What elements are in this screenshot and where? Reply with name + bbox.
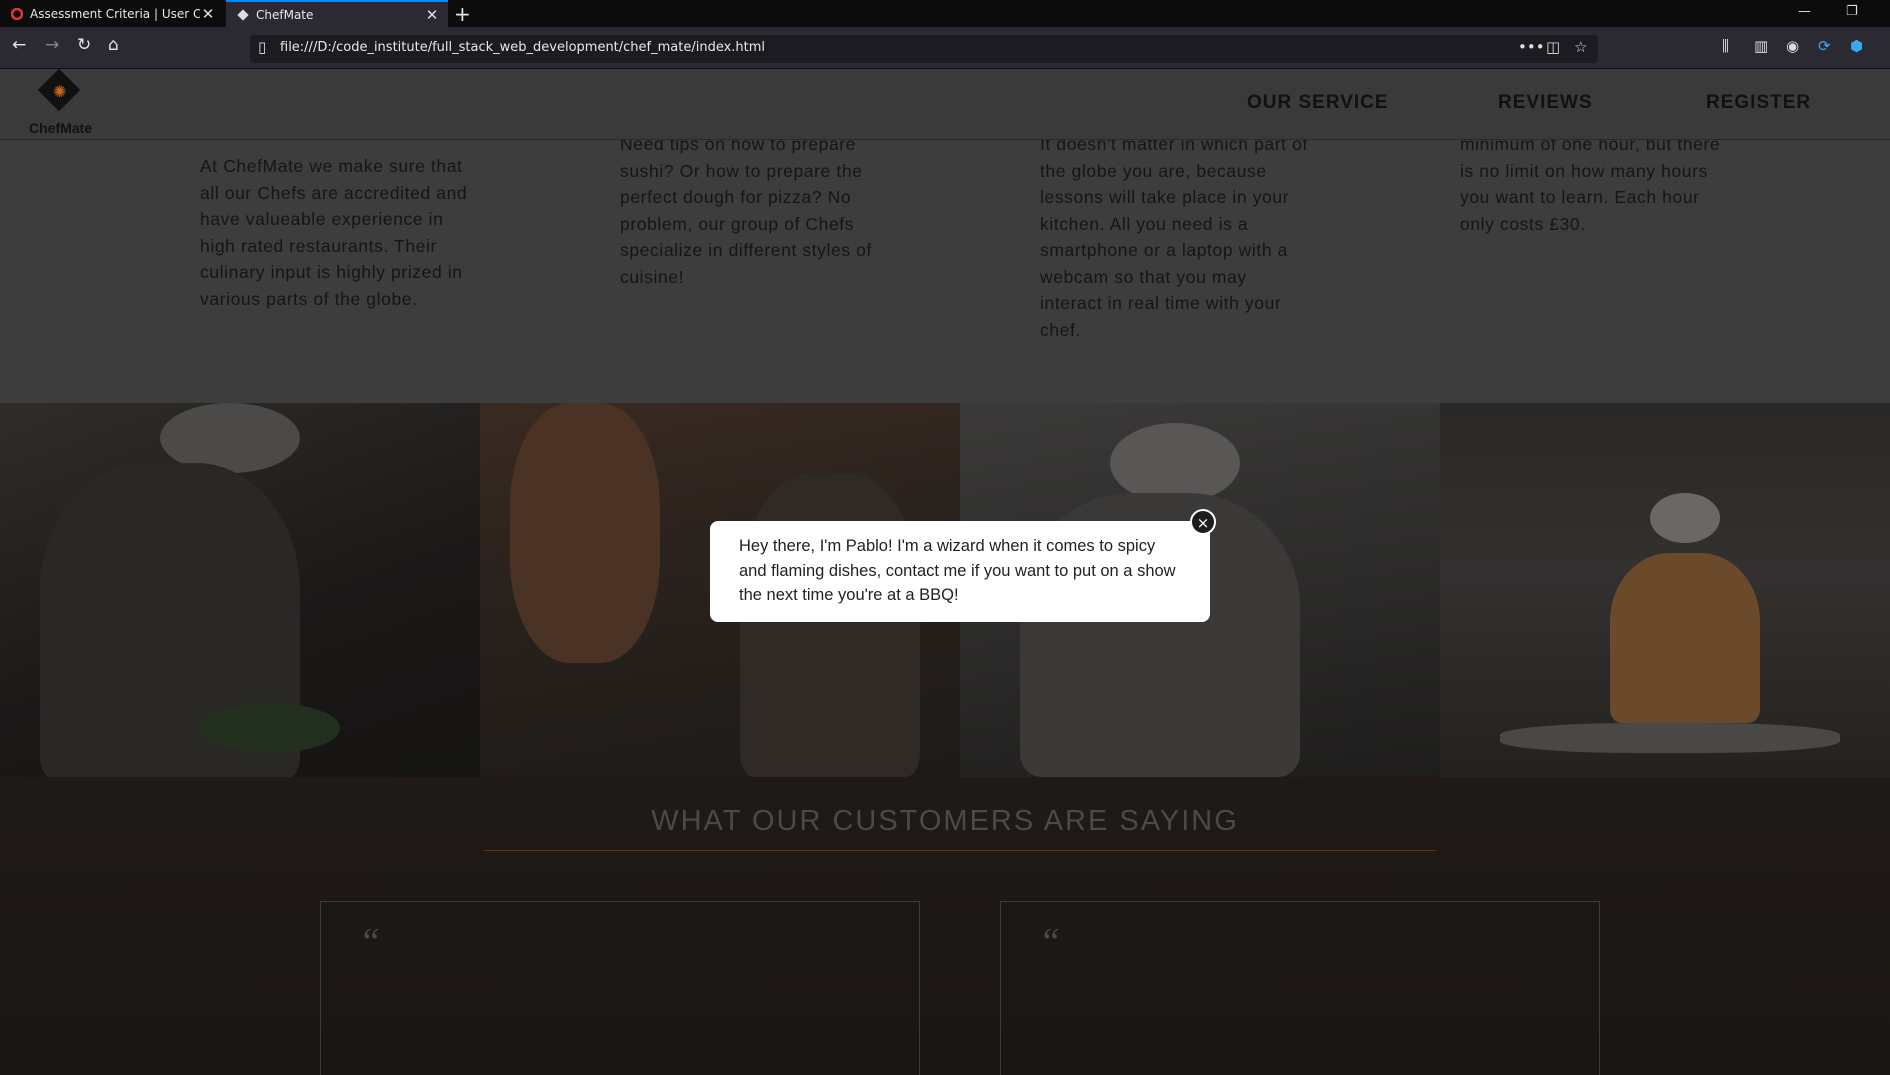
opera-icon [10, 7, 24, 21]
nav-reviews[interactable]: REVIEWS [1498, 92, 1593, 114]
logo-text[interactable]: ChefMate [29, 120, 92, 136]
chefmate-favicon [236, 8, 250, 22]
feature-text-pricing: minimum of one hour, but there is no lim… [1460, 134, 1721, 234]
pocket-icon[interactable]: ◫ [1546, 38, 1560, 56]
popup-message: Hey there, I'm Pablo! I'm a wizard when … [739, 537, 1176, 604]
quote-mark-icon: “ [359, 921, 381, 963]
feature-text-location: It doesn't matter in which part of the g… [1040, 134, 1308, 340]
nav-our-service[interactable]: OUR SERVICE [1247, 92, 1389, 114]
close-tab-icon[interactable]: ✕ [200, 5, 216, 23]
sidebar-icon[interactable]: ▥ [1754, 37, 1768, 55]
tab-chefmate[interactable]: ChefMate ✕ [226, 0, 448, 27]
review-card: “ [1000, 901, 1600, 1075]
page-icon: ▯ [258, 38, 267, 56]
reviews-heading: WHAT OUR CUSTOMERS ARE SAYING [651, 805, 1239, 837]
forward-icon[interactable]: → [45, 35, 59, 55]
feature-text-accredited: At ChefMate we make sure that all our Ch… [200, 156, 468, 309]
flame-icon: ✺ [53, 82, 67, 101]
close-tab-icon[interactable]: ✕ [424, 6, 440, 24]
site-header: ✺ ChefMate OUR SERVICE REVIEWS REGISTER [0, 69, 1890, 140]
nav-register[interactable]: REGISTER [1706, 92, 1811, 114]
chef-photo-wok[interactable] [1440, 403, 1890, 777]
chef-photo-plating[interactable] [0, 403, 480, 783]
tab-title: ChefMate [256, 7, 314, 22]
chef-popup: Hey there, I'm Pablo! I'm a wizard when … [710, 521, 1210, 622]
tab-bar: Assessment Criteria | User Cent ✕ ChefMa… [0, 0, 1890, 27]
feature-text-cuisine: Need tips on how to prepare sushi? Or ho… [620, 134, 872, 287]
heading-divider [484, 850, 1436, 851]
reload-icon[interactable]: ↻ [77, 35, 91, 55]
home-icon[interactable]: ⌂ [108, 35, 119, 55]
library-icon[interactable]: ⫼ [1722, 37, 1729, 55]
minimize-icon[interactable]: — [1798, 4, 1811, 19]
new-tab-icon[interactable]: + [454, 2, 471, 26]
back-icon[interactable]: ← [12, 35, 26, 55]
tab-assessment[interactable]: Assessment Criteria | User Cent ✕ [0, 0, 224, 27]
reviews-section: WHAT OUR CUSTOMERS ARE SAYING “ “ [0, 777, 1890, 1075]
restore-icon[interactable]: ❐ [1846, 4, 1858, 19]
bookmark-star-icon[interactable]: ☆ [1574, 38, 1587, 56]
close-icon[interactable]: × [1190, 509, 1216, 535]
extension-icon[interactable]: ⟳ [1818, 37, 1831, 55]
extension-shield-icon[interactable]: ⬢ [1850, 37, 1863, 55]
url-text[interactable]: file:///D:/code_institute/full_stack_web… [280, 40, 765, 55]
review-card: “ [320, 901, 920, 1075]
tab-title: Assessment Criteria | User Cent [30, 6, 200, 21]
quote-mark-icon: “ [1039, 921, 1061, 963]
more-actions-icon[interactable]: ••• [1518, 38, 1545, 56]
account-icon[interactable]: ◉ [1786, 37, 1799, 55]
